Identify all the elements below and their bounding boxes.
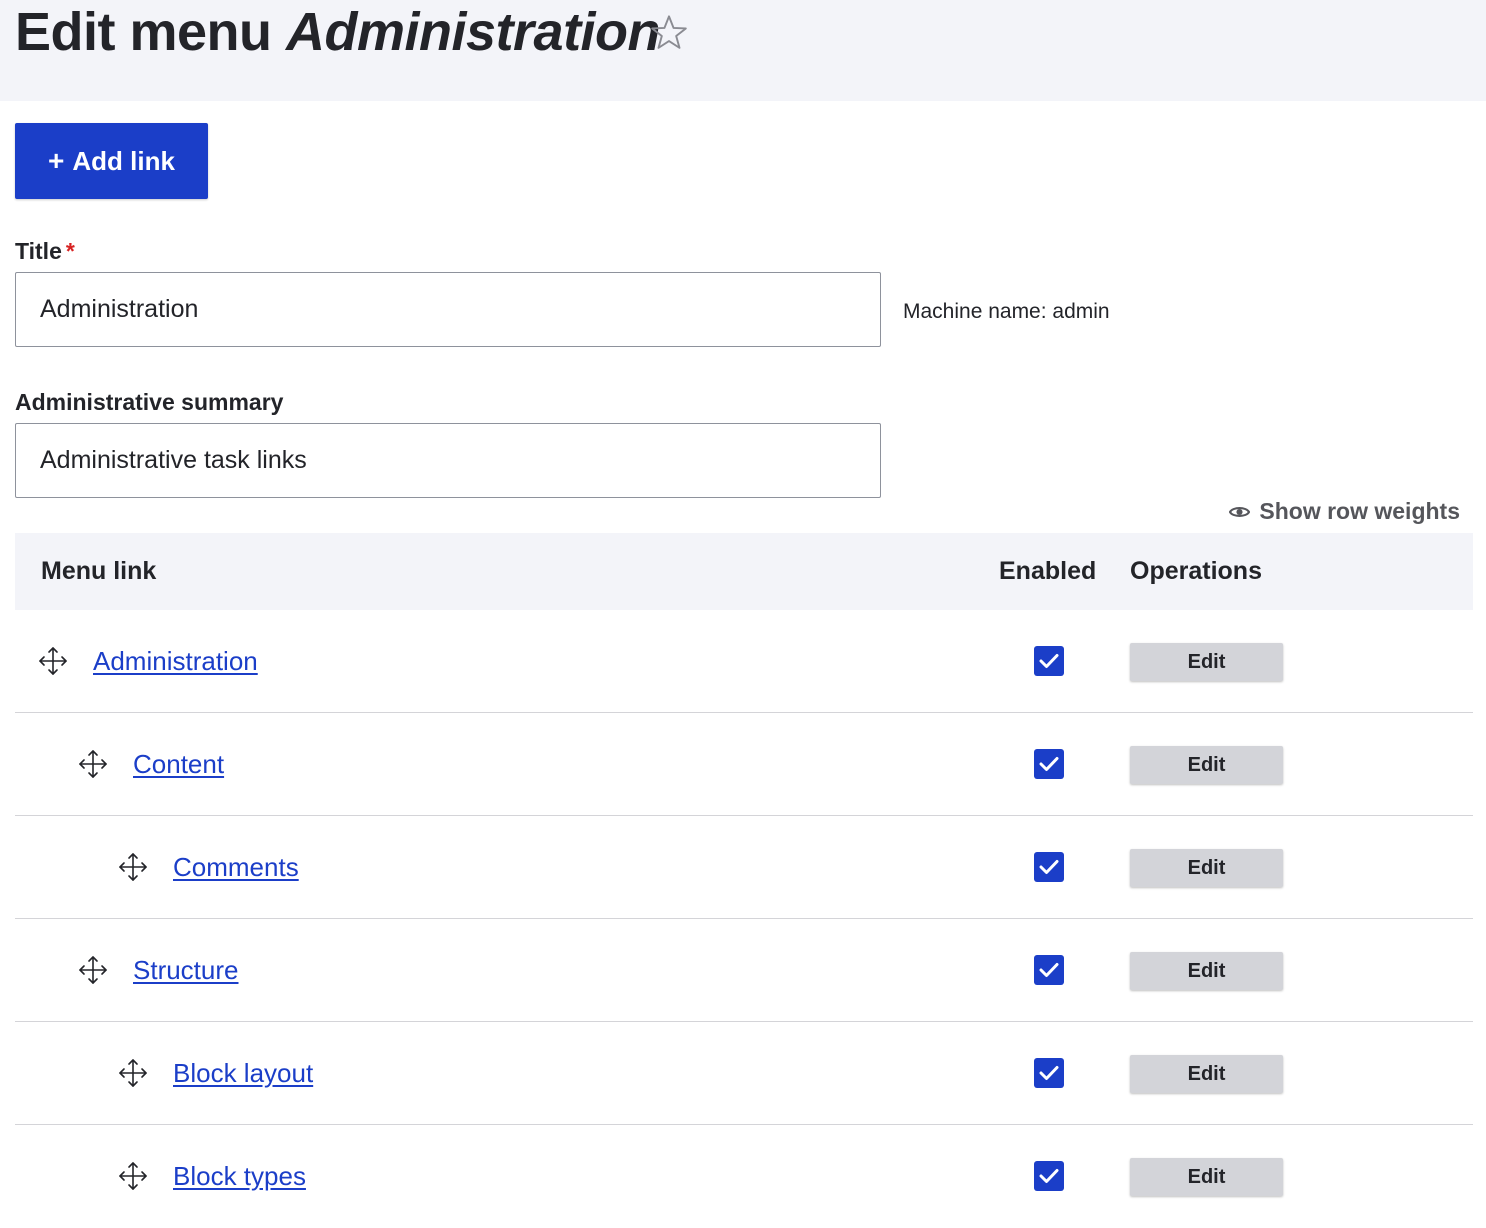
column-header-operations: Operations (1130, 557, 1262, 585)
enabled-checkbox[interactable] (1034, 852, 1064, 882)
column-header-enabled: Enabled (999, 557, 1097, 585)
column-header-menu-link: Menu link (41, 557, 157, 585)
edit-button[interactable]: Edit (1130, 1158, 1283, 1196)
table-header: Menu link Enabled Operations (15, 533, 1473, 610)
enabled-checkbox[interactable] (1034, 955, 1064, 985)
menu-link[interactable]: Block layout (173, 1022, 313, 1125)
menu-link[interactable]: Structure (133, 919, 239, 1022)
drag-handle-icon[interactable] (38, 646, 68, 676)
table-row: Content Edit (15, 713, 1473, 816)
enabled-checkbox[interactable] (1034, 1058, 1064, 1088)
title-input[interactable] (15, 272, 881, 347)
table-row: Structure Edit (15, 919, 1473, 1022)
checkmark-icon (1039, 757, 1059, 771)
edit-button[interactable]: Edit (1130, 1055, 1283, 1093)
page-title-prefix: Edit menu (15, 2, 287, 62)
menu-link[interactable]: Block types (173, 1125, 306, 1228)
table-row: Administration Edit (15, 610, 1473, 713)
table-row: Block layout Edit (15, 1022, 1473, 1125)
add-link-button[interactable]: + Add link (15, 123, 208, 199)
summary-field-label: Administrative summary (15, 389, 284, 415)
summary-input[interactable] (15, 423, 881, 498)
table-row: Comments Edit (15, 816, 1473, 919)
menu-link[interactable]: Content (133, 713, 224, 816)
checkmark-icon (1039, 654, 1059, 668)
eye-icon (1229, 506, 1251, 517)
title-field-label: Title * (15, 238, 75, 265)
page-title: Edit menu Administration (15, 2, 661, 62)
enabled-checkbox[interactable] (1034, 749, 1064, 779)
show-row-weights-label: Show row weights (1259, 498, 1460, 524)
page-header: Edit menu Administration (0, 0, 1486, 101)
machine-name: Machine name: admin (903, 300, 1110, 323)
enabled-checkbox[interactable] (1034, 1161, 1064, 1191)
menu-link[interactable]: Comments (173, 816, 299, 919)
drag-handle-icon[interactable] (78, 749, 108, 779)
checkmark-icon (1039, 1169, 1059, 1183)
drag-handle-icon[interactable] (118, 852, 148, 882)
star-outline-icon[interactable] (648, 12, 690, 54)
required-marker: * (65, 238, 75, 264)
page-title-menu-name: Administration (286, 2, 661, 62)
menu-link[interactable]: Administration (93, 610, 258, 713)
edit-button[interactable]: Edit (1130, 952, 1283, 990)
show-row-weights-toggle[interactable]: Show row weights (1229, 498, 1460, 525)
checkmark-icon (1039, 963, 1059, 977)
title-label-text: Title (15, 238, 62, 264)
drag-handle-icon[interactable] (118, 1058, 148, 1088)
edit-button[interactable]: Edit (1130, 746, 1283, 784)
drag-handle-icon[interactable] (78, 955, 108, 985)
plus-icon: + (48, 145, 65, 176)
table-row: Block types Edit (15, 1125, 1473, 1228)
add-link-label: Add link (72, 145, 175, 176)
checkmark-icon (1039, 1066, 1059, 1080)
drag-handle-icon[interactable] (118, 1161, 148, 1191)
edit-button[interactable]: Edit (1130, 849, 1283, 887)
checkmark-icon (1039, 860, 1059, 874)
enabled-checkbox[interactable] (1034, 646, 1064, 676)
edit-button[interactable]: Edit (1130, 643, 1283, 681)
